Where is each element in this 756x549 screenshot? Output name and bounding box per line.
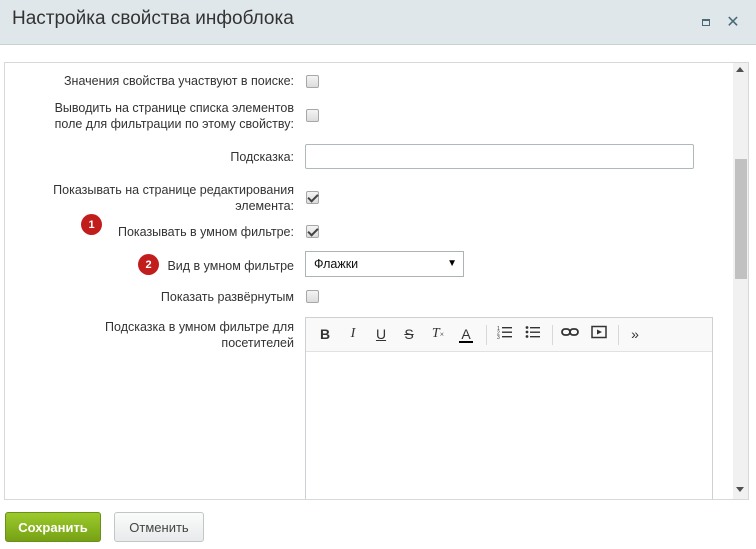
dialog-content: Значения свойства участвуют в поиске: Вы… bbox=[4, 62, 749, 500]
show-edit-label-line1: Показывать на странице редактирования bbox=[53, 183, 294, 197]
show-edit-label-line2: элемента: bbox=[235, 199, 294, 213]
visitor-hint-editor[interactable]: B I U S T× A 1 2 3 » bbox=[305, 317, 713, 499]
filter-checkbox[interactable] bbox=[306, 109, 319, 122]
italic-button[interactable]: I bbox=[346, 325, 360, 343]
search-label: Значения свойства участвуют в поиске: bbox=[63, 74, 294, 88]
video-icon bbox=[591, 325, 607, 339]
toolbar-separator bbox=[618, 325, 619, 345]
search-checkbox[interactable] bbox=[306, 75, 319, 88]
smart-view-label: Вид в умном фильтре bbox=[167, 259, 294, 273]
clear-format-button[interactable]: T× bbox=[430, 325, 446, 343]
smart-filter-label: Показывать в умном фильтре: bbox=[117, 225, 294, 239]
video-button[interactable] bbox=[590, 325, 608, 343]
expanded-label: Показать развёрнутым bbox=[160, 290, 294, 304]
toolbar-separator bbox=[552, 325, 553, 345]
link-button[interactable] bbox=[560, 325, 580, 343]
close-button[interactable]: ✕ bbox=[724, 13, 742, 31]
maximize-button[interactable] bbox=[697, 13, 715, 31]
svg-text:3: 3 bbox=[497, 335, 500, 339]
bullet-list-icon bbox=[525, 326, 540, 338]
bullet-list-button[interactable] bbox=[524, 325, 542, 343]
clear-format-icon: T bbox=[431, 326, 440, 341]
ordered-list-icon: 1 2 3 bbox=[497, 326, 512, 341]
hint-label: Подсказка: bbox=[230, 150, 294, 164]
dialog-title: Настройка свойства инфоблока bbox=[12, 8, 294, 29]
filter-label-line2: поле для фильтрации по этому свойству: bbox=[54, 117, 294, 131]
smart-view-select[interactable]: Флажки ▼ bbox=[305, 251, 464, 277]
underline-button[interactable]: U bbox=[374, 325, 388, 343]
scrollbar-thumb[interactable] bbox=[735, 159, 747, 279]
cancel-button[interactable]: Отменить bbox=[114, 512, 204, 542]
ordered-list-button[interactable]: 1 2 3 bbox=[496, 325, 514, 343]
strikethrough-button[interactable]: S bbox=[402, 325, 416, 343]
text-color-button[interactable]: A bbox=[459, 325, 473, 343]
bold-button[interactable]: B bbox=[318, 325, 332, 343]
editor-toolbar: B I U S T× A 1 2 3 » bbox=[306, 318, 712, 352]
chevron-down-icon: ▼ bbox=[447, 258, 457, 269]
dialog-titlebar: Настройка свойства инфоблока ✕ bbox=[0, 0, 756, 45]
scroll-up-arrow-icon[interactable] bbox=[736, 67, 744, 72]
visitor-hint-label-line1: Подсказка в умном фильтре для bbox=[105, 320, 294, 334]
expanded-checkbox[interactable] bbox=[306, 290, 319, 303]
maximize-icon bbox=[702, 18, 710, 26]
toolbar-separator bbox=[486, 325, 487, 345]
more-button[interactable]: » bbox=[628, 325, 642, 343]
link-icon bbox=[561, 328, 579, 336]
content-scrollbar[interactable] bbox=[733, 63, 748, 499]
visitor-hint-label-line2: посетителей bbox=[221, 336, 294, 350]
hint-input[interactable] bbox=[305, 144, 694, 169]
save-button[interactable]: Сохранить bbox=[5, 512, 101, 542]
filter-label-line1: Выводить на странице списка элементов bbox=[54, 101, 294, 115]
scroll-down-arrow-icon[interactable] bbox=[736, 487, 744, 492]
smart-view-value: Флажки bbox=[314, 257, 359, 271]
smart-filter-checkbox[interactable] bbox=[306, 225, 319, 238]
show-edit-checkbox[interactable] bbox=[306, 191, 319, 204]
